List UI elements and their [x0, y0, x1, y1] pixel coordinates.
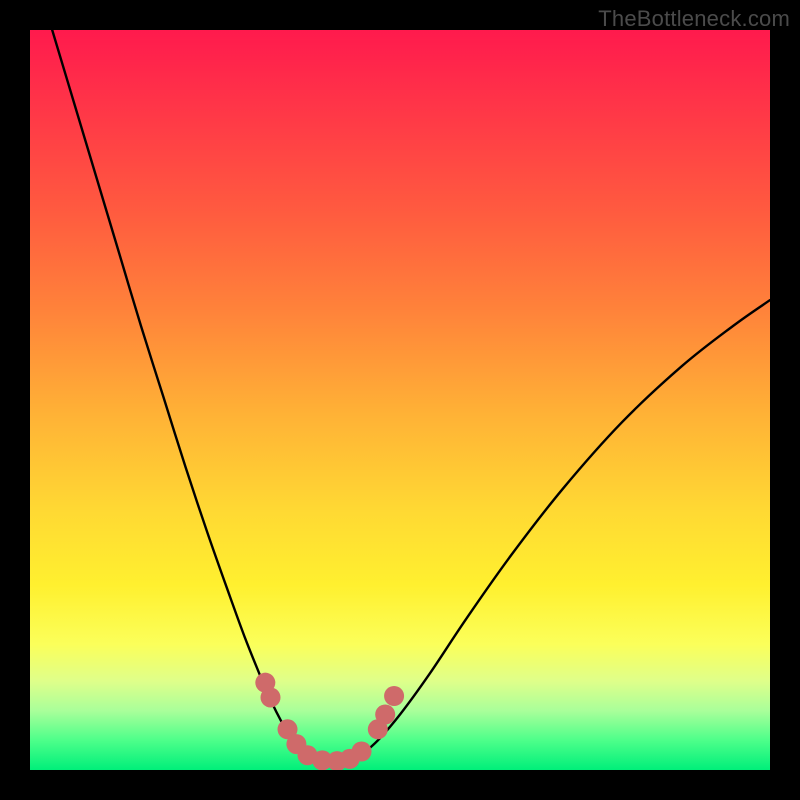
plot-area	[30, 30, 770, 770]
curve-marker	[375, 705, 395, 725]
watermark-text: TheBottleneck.com	[598, 6, 790, 32]
curve-marker	[384, 686, 404, 706]
curve-marker	[261, 687, 281, 707]
curve-marker	[352, 742, 372, 762]
curve-layer	[30, 30, 770, 770]
chart-frame: TheBottleneck.com	[0, 0, 800, 800]
bottleneck-curve	[52, 30, 770, 762]
